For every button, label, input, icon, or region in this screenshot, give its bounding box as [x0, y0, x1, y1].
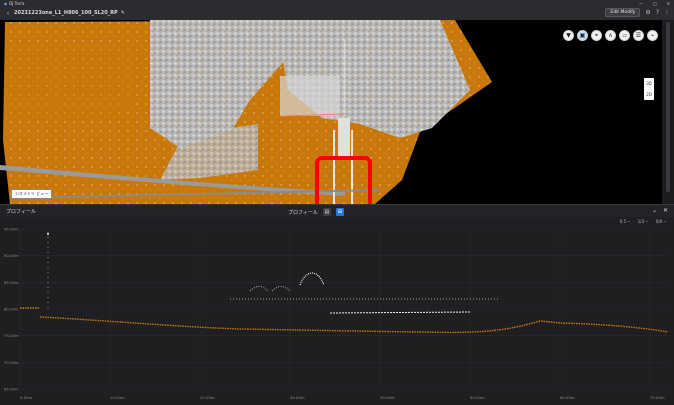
x-tick-label: 0.00m	[20, 395, 32, 400]
rename-pencil-icon[interactable]: ✎	[121, 10, 125, 16]
setting-2[interactable]: 0/0 ─	[656, 219, 666, 224]
app-logo-icon: ◆	[4, 0, 8, 6]
y-tick-label: 90.00m	[4, 253, 19, 258]
view-2d-button[interactable]: 2D	[646, 92, 652, 97]
profile-center-title: プロフィール	[288, 209, 318, 216]
view-3d-button[interactable]: 3D	[646, 81, 652, 86]
x-tick-label: 40.00m	[380, 395, 395, 400]
pin-icon[interactable]: ⌖	[591, 30, 602, 41]
profile-chart-area[interactable]: 95.00m 90.00m 85.00m 80.00m 75.00m 70.00m 65.0…	[0, 217, 674, 405]
setting-1[interactable]: 1/3 ─	[638, 219, 648, 224]
profile-tool-icon[interactable]: ⌁	[647, 30, 658, 41]
setting-0[interactable]: 0.5 ─	[620, 219, 630, 224]
profile-settings: 0.5 ─ 1/3 ─ 0/0 ─	[620, 219, 666, 224]
area-measure-icon[interactable]: ▱	[619, 30, 630, 41]
close-window-icon[interactable]: ✕	[667, 1, 670, 6]
back-arrow-icon[interactable]: ‹	[4, 10, 12, 17]
collapse-panel-icon[interactable]: ⌄	[652, 207, 657, 214]
close-panel-icon[interactable]: ✕	[663, 207, 668, 214]
x-tick-label: 20.00m	[200, 395, 215, 400]
volume-icon[interactable]: ☰	[633, 30, 644, 41]
layer-view-icon[interactable]: ▣	[577, 30, 588, 41]
y-tick-label: 75.00m	[4, 333, 19, 338]
x-tick-label: 30.00m	[290, 395, 305, 400]
more-icon[interactable]: ⋮	[664, 9, 670, 16]
file-name: 20231223one_L1_H806_100_SL20_RP	[14, 10, 118, 16]
help-icon[interactable]: ?	[656, 9, 659, 16]
minimize-icon[interactable]: —	[639, 1, 643, 6]
profile-active-icon[interactable]: ⊞	[335, 208, 344, 216]
viewport-scrollbar[interactable]	[662, 20, 674, 204]
y-tick-label: 70.00m	[4, 360, 19, 365]
x-tick-label: 50.00m	[470, 395, 485, 400]
edit-modify-button[interactable]: Edit Modify	[605, 8, 641, 17]
angle-measure-icon[interactable]: ∧	[605, 30, 616, 41]
profile-chart[interactable]: 95.00m 90.00m 85.00m 80.00m 75.00m 70.00m 65.0…	[0, 217, 674, 405]
filter-icon[interactable]: ▼	[563, 30, 574, 41]
y-tick-label: 65.00m	[4, 387, 19, 392]
app-name: DJ Terra	[9, 0, 25, 6]
y-tick-label: 85.00m	[4, 280, 19, 285]
view-switcher[interactable]: 3D 2D	[644, 78, 654, 100]
measure-toolbar: ▼ ▣ ⌖ ∧ ▱ ☰ ⌁	[563, 30, 658, 41]
scrollbar-thumb[interactable]	[666, 22, 670, 192]
y-tick-label: 95.00m	[4, 227, 19, 232]
map-label: ジオメトリ ビュー	[11, 189, 53, 199]
y-tick-label: 80.00m	[4, 307, 19, 312]
toolbar: ‹ 20231223one_L1_H806_100_SL20_RP ✎ Edit…	[0, 6, 674, 20]
app-window: ◆ DJ Terra — □ ✕ ‹ 20231223one_L1_H806_1…	[0, 0, 674, 405]
gear-icon[interactable]: ⚙	[645, 9, 650, 16]
x-tick-label: 10.00m	[110, 395, 125, 400]
dock-icon[interactable]: ▤	[322, 208, 331, 216]
profile-panel-title: プロフィール	[6, 209, 36, 215]
x-tick-label: 70.00m	[650, 395, 665, 400]
maximize-icon[interactable]: □	[653, 1, 657, 6]
profile-panel-header: プロフィール プロフィール ▤ ⊞ ⌄ ✕	[0, 204, 674, 217]
x-tick-label: 60.00m	[560, 395, 575, 400]
